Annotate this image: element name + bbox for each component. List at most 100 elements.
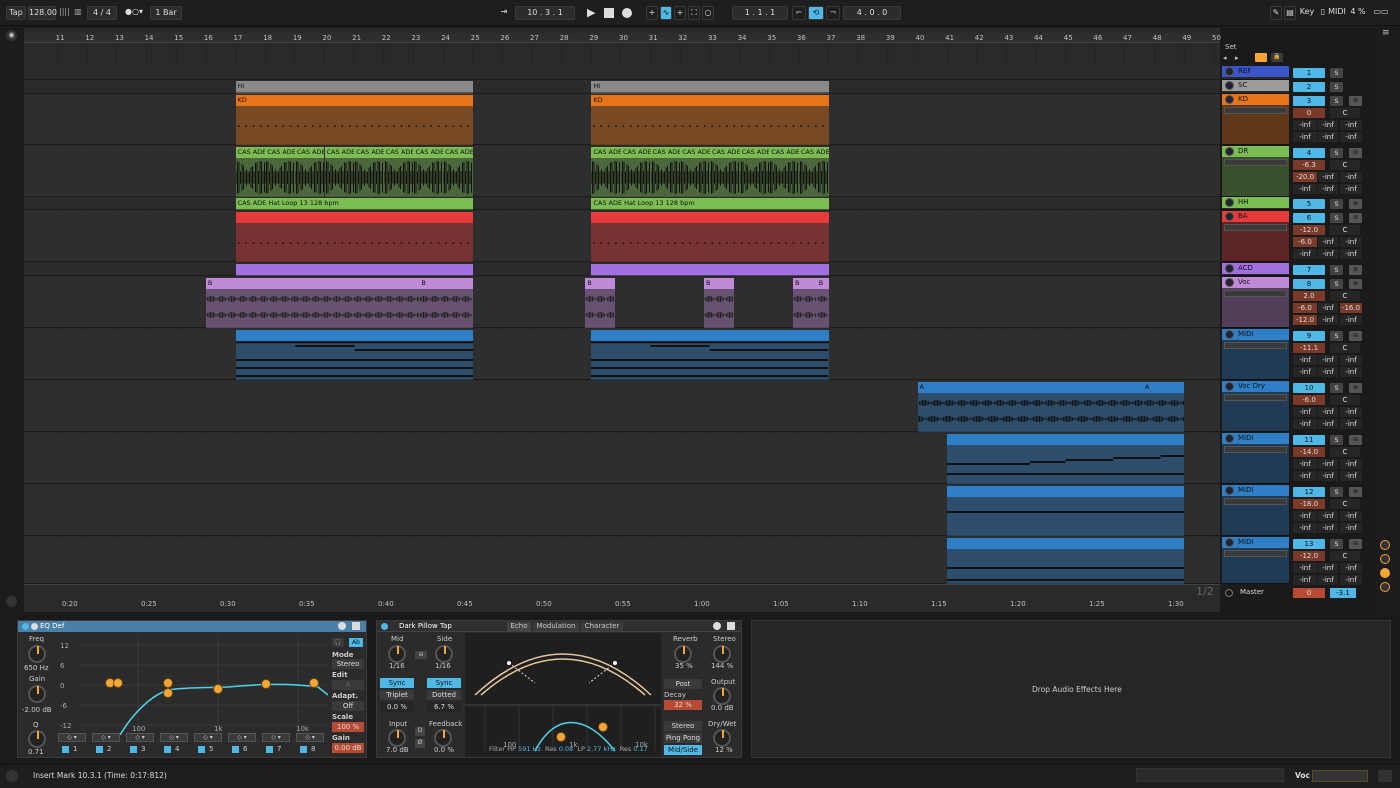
eq-filter-type-select[interactable]: ◇ ▾ [228,733,256,742]
drop-effects-area[interactable]: Drop Audio Effects Here [751,620,1391,758]
record-icon[interactable] [622,8,632,18]
eq-band-control[interactable]: ◇ ▾ 7 [262,733,292,757]
track-fold-icon[interactable] [1225,147,1234,156]
echo-side-dotted[interactable]: Dotted [427,690,461,700]
send-c-field[interactable]: -inf [1340,563,1362,573]
res1-value[interactable]: 0.08 [559,745,573,753]
track-fold-icon[interactable] [1225,278,1234,287]
clip[interactable]: CAS ADE [621,147,651,197]
clip-header[interactable]: B [704,278,734,289]
clip[interactable]: B [792,278,817,328]
eq-headphone-icon[interactable]: 🎧 [332,638,344,647]
send-c-field[interactable]: -inf [1340,407,1362,417]
eq-edit-button[interactable]: A [332,680,364,690]
clip-header[interactable] [591,264,829,275]
clip-header[interactable]: CAS ADE [591,147,621,158]
track-activator[interactable]: 3 [1293,96,1325,106]
echo-filter-handle[interactable] [556,732,566,742]
track-header[interactable]: MIDI [1222,537,1289,584]
clip-header[interactable]: CAS ADE [265,147,295,158]
pan-field[interactable]: C [1330,499,1360,509]
eq-band-handle[interactable] [213,684,223,694]
send-a-field[interactable]: -20.0 [1293,172,1317,182]
eq-filter-type-select[interactable]: ◇ ▾ [126,733,154,742]
clip[interactable] [591,330,829,380]
eq-band-toggle[interactable] [96,746,103,753]
eq-band-control[interactable]: ◇ ▾ 6 [228,733,258,757]
automation-arm-icon[interactable]: ∿ [660,6,672,20]
bar-number[interactable]: 30 [619,34,628,42]
clip[interactable]: B [419,278,473,328]
clip[interactable]: CAS ADE [591,147,621,197]
solo-button[interactable]: S [1330,199,1343,209]
tempo-field[interactable]: 128.00 [28,6,57,20]
clip[interactable]: HI [235,81,473,94]
track-lane[interactable] [24,66,1220,80]
clip-header[interactable]: CAS ADE [769,147,799,158]
echo-output-knob[interactable] [713,687,731,705]
send-e-field[interactable]: -inf [1318,249,1338,259]
bar-number[interactable]: 31 [649,34,658,42]
arm-button[interactable]: ⊛ [1349,539,1362,549]
bar-number[interactable]: 43 [1004,34,1013,42]
echo-display[interactable]: 100 1k 10k [465,633,661,757]
track-header[interactable]: MIDI [1222,485,1289,536]
echo-phase-button[interactable]: Ø [415,739,425,748]
clip[interactable] [947,538,1185,584]
track-fold-icon[interactable] [1225,330,1234,339]
volume-field[interactable]: -11.1 [1293,343,1325,353]
info-toggle-icon[interactable] [6,770,18,782]
echo-mid-value[interactable]: 1/16 [389,662,405,670]
tab-modulation[interactable]: Modulation [533,622,579,631]
clip[interactable]: CAS ADE [739,147,770,197]
clip-header[interactable]: CAS ADE Hat Loop 13 128 bpm [591,198,829,209]
loop-start-field[interactable]: 1 . 1 . 1 [732,6,788,20]
status-right-icon[interactable] [1378,770,1392,782]
solo-button[interactable]: S [1330,68,1343,78]
track-header[interactable]: SC [1222,80,1289,94]
send-e-field[interactable]: -inf [1318,184,1338,194]
tab-character[interactable]: Character [581,622,623,631]
eq-band-handle[interactable] [163,688,173,698]
echo-mid-sync[interactable]: Sync [380,678,414,688]
arm-button[interactable]: ⊛ [1349,148,1362,158]
clip[interactable]: CAS ADE Hat Loop 13 128 bpm [591,198,829,210]
bar-number[interactable]: 42 [975,34,984,42]
send-e-field[interactable]: -inf [1318,575,1338,585]
solo-button[interactable]: S [1330,265,1343,275]
bar-number[interactable]: 47 [1123,34,1132,42]
status-field[interactable] [1136,768,1284,782]
clip-header[interactable]: B [816,278,829,289]
browser-toggle-icon[interactable]: ◉ [6,30,17,41]
clip-header[interactable]: KD [235,95,473,106]
eq-band-control[interactable]: ◇ ▾ 3 [126,733,156,757]
midi-map-button[interactable]: MIDI [1328,6,1346,20]
echo-stereo-value[interactable]: 144 % [711,662,733,670]
clip-header[interactable]: CAS ADE [383,147,414,158]
echo-mid-offset[interactable]: 0.0 % [380,702,414,712]
send-f-field[interactable]: -inf [1340,523,1362,533]
bar-number[interactable]: 23 [411,34,420,42]
clip[interactable]: A [1142,382,1185,432]
eq-scale-field[interactable]: 100 % [332,722,364,732]
track-header[interactable]: MIDI [1222,433,1289,484]
volume-field[interactable]: -6.0 [1293,395,1325,405]
track-fold-icon[interactable] [1225,486,1234,495]
echo-pingpong-button[interactable]: Ping Pong [664,733,702,743]
track-activator[interactable]: 4 [1293,148,1325,158]
echo-input-knob[interactable] [388,729,406,747]
echo-device[interactable]: Dark Pillow Tap Echo Modulation Characte… [376,620,742,758]
master-volume[interactable]: 0 [1293,588,1325,598]
eq-band-handle[interactable] [113,678,123,688]
eq-filter-type-select[interactable]: ◇ ▾ [160,733,188,742]
send-c-field[interactable]: -inf [1340,120,1362,130]
bar-number[interactable]: 20 [323,34,332,42]
send-d-field[interactable]: -inf [1293,523,1317,533]
status-device-chain[interactable] [1312,770,1368,782]
send-c-field[interactable]: -inf [1340,355,1362,365]
pan-field[interactable]: C [1330,447,1360,457]
clip-header[interactable]: A [1142,382,1185,393]
time-signature-field[interactable]: 4 / 4 [87,6,117,20]
bar-number[interactable]: 16 [204,34,213,42]
volume-field[interactable]: 0 [1293,108,1325,118]
